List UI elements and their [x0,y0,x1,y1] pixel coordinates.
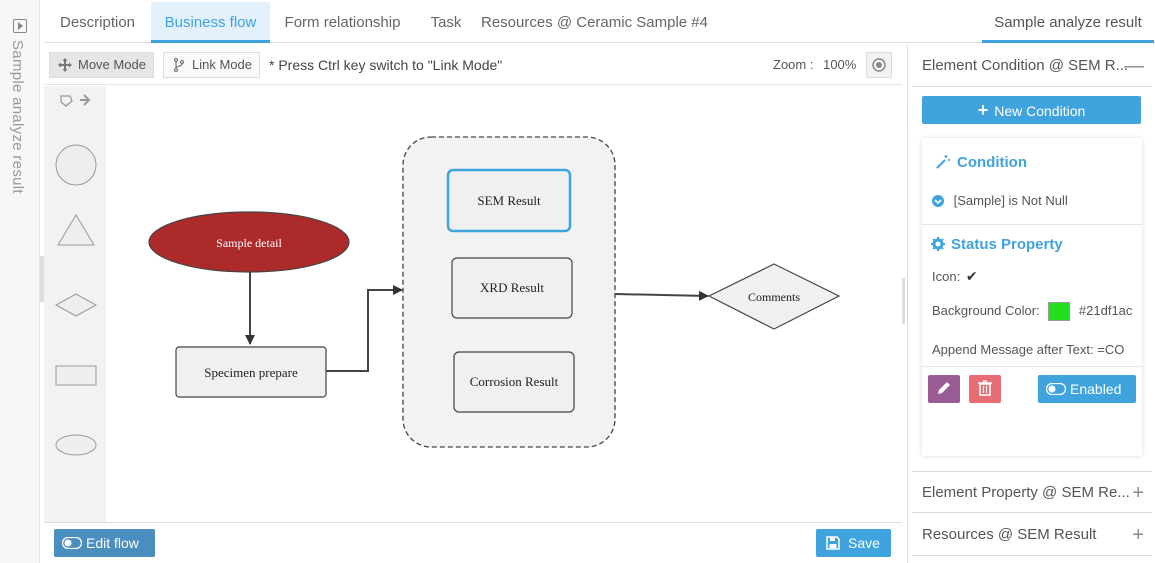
edit-flow-label: Edit flow [86,535,139,551]
append-message-text: Append Message after Text: =CO [932,342,1125,357]
tab-resources[interactable]: Resources @ Ceramic Sample #4 [477,2,712,43]
node-comments[interactable]: Comments [707,263,841,330]
rectangle-shape-icon[interactable] [55,365,97,386]
background-color-row: Background Color: #21df1ac [932,302,1132,321]
flow-bottom-bar: Edit flow Save [44,522,902,562]
node-sample-detail[interactable]: Sample detail [148,211,350,273]
side-collapsed-panel[interactable]: Sample analyze result [0,0,40,563]
toggle-icon [62,537,82,549]
plus-icon: + [977,100,989,120]
condition-title: Condition [957,154,1027,171]
link-mode-button[interactable]: Link Mode [163,52,260,78]
zoom-reset-button[interactable] [866,52,892,78]
floppy-disk-icon [826,536,840,550]
condition-card: Condition [Sample] is Not Null Status Pr… [922,138,1142,456]
node-sem-result-label: SEM Result [477,193,541,208]
diamond-shape-icon[interactable] [54,293,98,317]
new-condition-button[interactable]: + New Condition [922,96,1141,124]
icon-property-row: Icon: ✔ [932,268,978,285]
tab-form-relationship[interactable]: Form relationship [270,2,415,43]
properties-panel: Element Condition @ SEM R... — + New Cond… [907,45,1155,563]
tab-description[interactable]: Description [44,2,151,43]
element-condition-header[interactable]: Element Condition @ SEM R... — [912,45,1152,87]
card-divider-2 [922,366,1142,367]
expand-plus-icon[interactable]: + [1132,472,1144,514]
zoom-label: Zoom : [773,57,814,72]
resources-header[interactable]: Resources @ SEM Result + [912,514,1152,556]
background-color-value: #21df1ac [1078,302,1133,318]
ellipse-shape-icon[interactable] [55,434,97,456]
circle-shape-icon[interactable] [55,144,97,186]
link-mode-label: Link Mode [192,57,252,72]
node-corrosion-result-label: Corrosion Result [470,374,559,389]
gear-icon [931,237,945,251]
icon-property-label: Icon: [932,269,961,284]
pencil-icon [938,382,950,394]
flow-toolbar: Move Mode Link Mode * Press Ctrl key swi… [44,45,902,85]
edit-condition-button[interactable] [928,375,960,403]
chevron-circle-icon [932,195,944,207]
card-divider [922,224,1142,225]
side-panel-title: Sample analyze result [9,40,26,194]
move-mode-label: Move Mode [78,57,146,72]
enabled-toggle-button[interactable]: Enabled [1038,375,1136,403]
node-sem-result[interactable]: SEM Result [446,168,572,233]
status-property-title: Status Property [951,236,1063,253]
background-color-label: Background Color: [932,302,1040,318]
condition-item-text: [Sample] is Not Null [953,193,1068,208]
tab-task[interactable]: Task [416,2,476,43]
color-swatch[interactable] [1048,302,1071,321]
node-xrd-result-label: XRD Result [480,280,544,295]
app-root: Sample analyze result Description Busine… [0,0,1155,563]
triangle-shape-icon[interactable] [57,214,95,246]
magic-wand-icon [936,155,950,169]
move-mode-button[interactable]: Move Mode [49,52,154,78]
node-comments-label: Comments [748,290,800,304]
tab-sample-analyze-result[interactable]: Sample analyze result [982,2,1154,43]
toggle-on-icon [1046,383,1066,395]
node-sample-detail-label: Sample detail [216,236,282,250]
tab-business-flow[interactable]: Business flow [151,2,270,43]
link-mode-hint: * Press Ctrl key switch to "Link Mode" [269,57,503,73]
trash-icon [978,380,992,396]
element-property-header[interactable]: Element Property @ SEM Re... + [912,471,1152,513]
new-condition-label: New Condition [994,103,1086,119]
connector-tool-icon[interactable] [60,94,91,107]
collapse-minus-icon[interactable]: — [1124,45,1144,87]
element-property-title: Element Property @ SEM Re... [922,484,1130,501]
tab-bar: Description Business flow Form relations… [44,2,1155,43]
target-icon [872,58,886,72]
zoom-value: 100% [823,57,857,72]
node-specimen-prepare-label: Specimen prepare [204,365,298,380]
expand-plus-icon-2[interactable]: + [1132,514,1144,556]
condition-item[interactable]: [Sample] is Not Null [932,193,1068,208]
enabled-label: Enabled [1070,381,1122,397]
play-panel-icon[interactable] [13,19,27,33]
delete-condition-button[interactable] [969,375,1001,403]
branch-icon [173,58,185,72]
save-label: Save [848,535,880,551]
resources-title: Resources @ SEM Result [922,526,1097,543]
node-specimen-prepare[interactable]: Specimen prepare [175,346,327,398]
node-corrosion-result[interactable]: Corrosion Result [453,351,575,413]
save-button[interactable]: Save [816,529,891,557]
flow-canvas[interactable]: Sample detail Specimen prepare SEM Resul… [106,86,902,522]
move-icon [58,58,72,72]
zoom-readout: Zoom : 100% [773,57,856,72]
edit-flow-button[interactable]: Edit flow [54,529,155,557]
edge-specimen-to-group[interactable] [326,285,403,372]
checkmark-icon: ✔ [965,268,978,284]
edge-group-to-comments[interactable] [614,290,709,301]
node-xrd-result[interactable]: XRD Result [451,257,573,319]
element-condition-title: Element Condition @ SEM R... [922,57,1129,74]
shape-palette [44,86,106,522]
